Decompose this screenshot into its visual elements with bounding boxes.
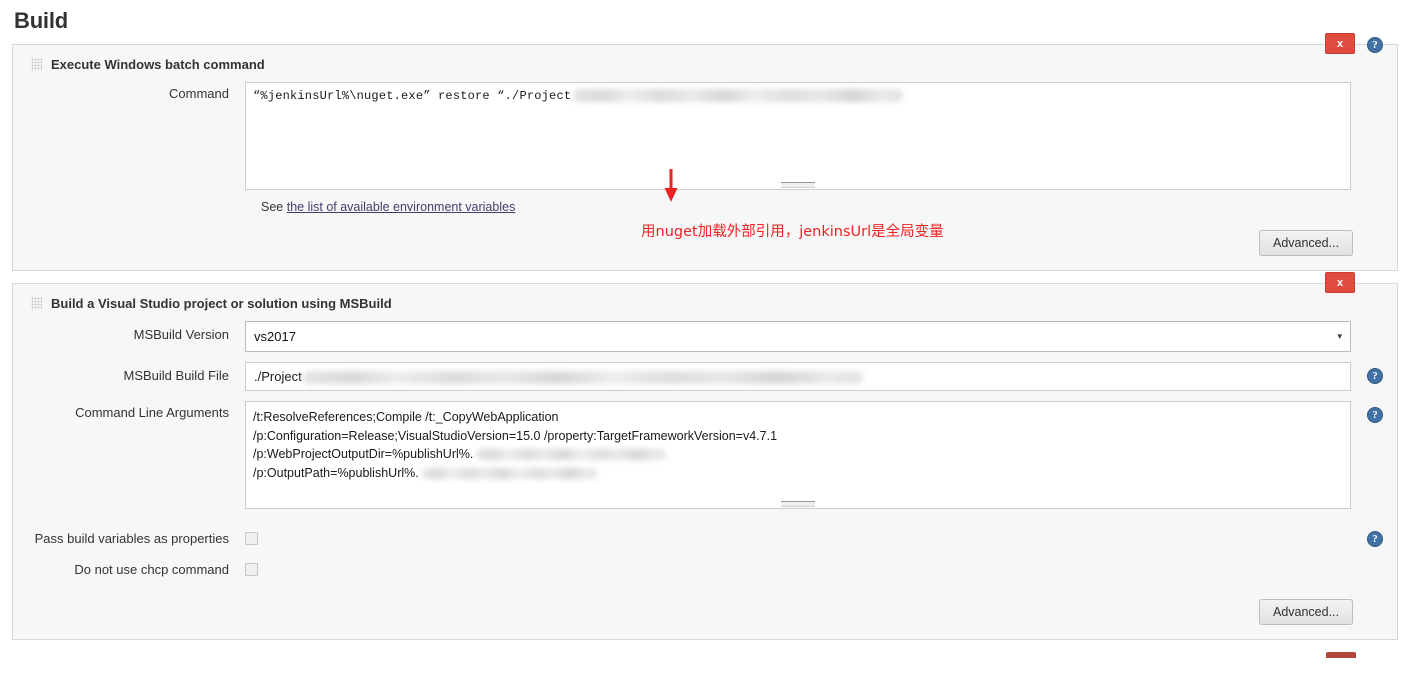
command-text: “%jenkinsUrl%\nuget.exe” restore “./Proj… — [253, 89, 571, 103]
msbuild-build-file-field-wrap: ./Project — [245, 362, 1397, 391]
delete-builder-button[interactable] — [1326, 652, 1356, 658]
msbuild-version-select[interactable]: vs2017 ▾ — [245, 321, 1351, 352]
command-text-line: “%jenkinsUrl%\nuget.exe” restore “./Proj… — [253, 88, 1343, 105]
textarea-resize-grip[interactable] — [781, 501, 815, 507]
do-not-use-chcp-row: Do not use chcp command — [13, 562, 1397, 577]
pass-build-variables-row: Pass build variables as properties ? — [13, 531, 1397, 546]
pass-build-variables-label: Pass build variables as properties — [13, 531, 245, 546]
delete-builder-button[interactable]: x — [1325, 272, 1355, 293]
advanced-row: Advanced... — [13, 599, 1397, 625]
builder-execute-windows-batch-command: x ? Execute Windows batch command Comman… — [12, 44, 1398, 271]
drag-handle-icon[interactable] — [31, 297, 42, 310]
redacted-webprojectoutputdir-region — [476, 449, 666, 460]
msbuild-version-value: vs2017 — [254, 329, 296, 344]
command-line-arguments-label: Command Line Arguments — [13, 401, 245, 421]
chevron-down-icon: ▾ — [1337, 322, 1342, 351]
builder-header: Execute Windows batch command — [13, 55, 1397, 82]
arg-line-wrap: /p:OutputPath=%publishUrl%. — [253, 464, 1343, 483]
command-field-wrap: “%jenkinsUrl%\nuget.exe” restore “./Proj… — [245, 82, 1397, 190]
redacted-command-region — [573, 89, 903, 102]
builder-header: Build a Visual Studio project or solutio… — [13, 294, 1397, 321]
command-row: Command “%jenkinsUrl%\nuget.exe” restore… — [13, 82, 1397, 190]
command-line-arguments-field-wrap: /t:ResolveReferences;Compile /t:_CopyWeb… — [245, 401, 1397, 509]
arg-line-wrap: /p:WebProjectOutputDir=%publishUrl%. — [253, 445, 1343, 464]
arg-line: /p:Configuration=Release;VisualStudioVer… — [253, 427, 1343, 446]
msbuild-build-file-row: MSBuild Build File ./Project ? — [13, 362, 1397, 391]
msbuild-build-file-label: MSBuild Build File — [13, 362, 245, 384]
msbuild-version-field-wrap: vs2017 ▾ — [245, 321, 1397, 352]
environment-variables-link[interactable]: the list of available environment variab… — [287, 200, 516, 214]
msbuild-version-label: MSBuild Version — [13, 321, 245, 343]
build-section: x ? Execute Windows batch command Comman… — [12, 44, 1398, 640]
redacted-outputpath-region — [422, 468, 597, 479]
advanced-button[interactable]: Advanced... — [1259, 230, 1353, 256]
do-not-use-chcp-checkbox[interactable] — [245, 563, 258, 576]
hint-prefix: See — [261, 200, 287, 214]
environment-variables-hint: See the list of available environment va… — [13, 200, 1397, 214]
msbuild-build-file-input[interactable]: ./Project — [245, 362, 1351, 391]
command-line-arguments-row: Command Line Arguments /t:ResolveReferen… — [13, 401, 1397, 509]
arg-line: /p:WebProjectOutputDir=%publishUrl%. — [253, 447, 473, 461]
do-not-use-chcp-label: Do not use chcp command — [13, 562, 245, 577]
arg-line: /p:OutputPath=%publishUrl%. — [253, 466, 419, 480]
builder-title: Build a Visual Studio project or solutio… — [51, 296, 392, 311]
redacted-build-file-region — [303, 371, 863, 384]
textarea-resize-grip[interactable] — [781, 182, 815, 188]
help-icon[interactable]: ? — [1367, 37, 1383, 53]
help-icon[interactable]: ? — [1367, 407, 1383, 423]
arg-line: /t:ResolveReferences;Compile /t:_CopyWeb… — [253, 408, 1343, 427]
command-textarea[interactable]: “%jenkinsUrl%\nuget.exe” restore “./Proj… — [245, 82, 1351, 190]
page-title: Build — [14, 8, 1410, 34]
help-icon[interactable]: ? — [1367, 368, 1383, 384]
command-label: Command — [13, 82, 245, 102]
command-line-arguments-textarea[interactable]: /t:ResolveReferences;Compile /t:_CopyWeb… — [245, 401, 1351, 509]
pass-build-variables-checkbox[interactable] — [245, 532, 258, 545]
next-builder-stub — [12, 652, 1398, 658]
msbuild-version-row: MSBuild Version vs2017 ▾ — [13, 321, 1397, 352]
builder-title: Execute Windows batch command — [51, 57, 265, 72]
help-icon[interactable]: ? — [1367, 531, 1383, 547]
advanced-row: Advanced... — [13, 230, 1397, 256]
delete-builder-button[interactable]: x — [1325, 33, 1355, 54]
drag-handle-icon[interactable] — [31, 58, 42, 71]
msbuild-build-file-value: ./Project — [254, 369, 302, 384]
page-header: Build — [0, 0, 1410, 44]
builder-msbuild: x Build a Visual Studio project or solut… — [12, 283, 1398, 640]
advanced-button[interactable]: Advanced... — [1259, 599, 1353, 625]
